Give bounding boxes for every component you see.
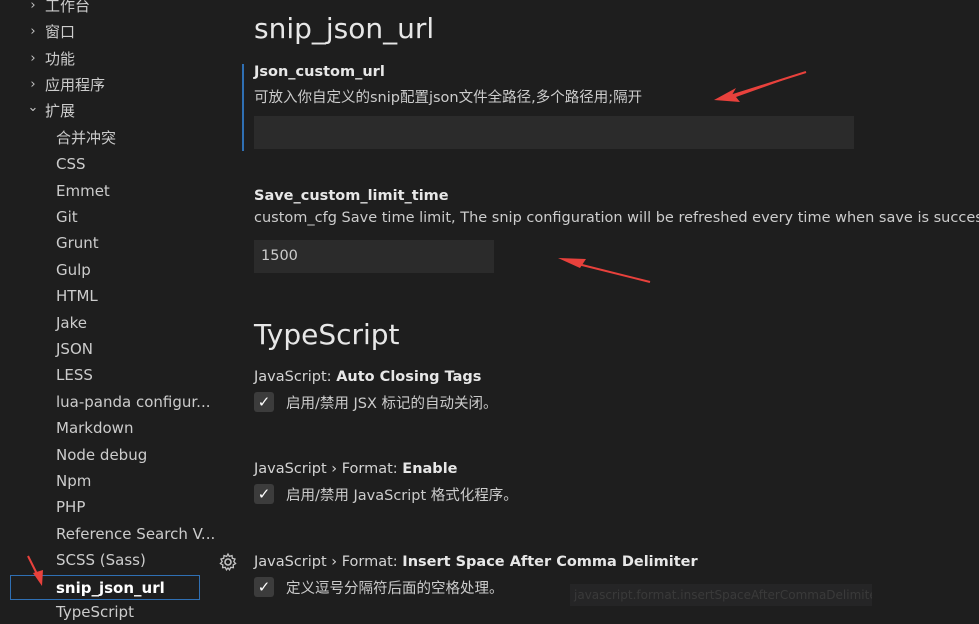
setting-category: JavaScript › Format: xyxy=(254,461,403,477)
tree-item-label: TypeScript xyxy=(56,603,134,621)
setting-save-custom-limit-time: Save_custom_limit_time custom_cfg Save t… xyxy=(254,188,979,226)
setting-title: JavaScript › Format: Insert Space After … xyxy=(254,554,698,570)
setting-json-custom-url: Json_custom_url 可放入你自定义的snip配置json文件全路径,… xyxy=(254,64,642,107)
tree-item-label: Grunt xyxy=(56,234,99,252)
chevron-right-icon: › xyxy=(30,24,36,39)
section-title: snip_json_url xyxy=(254,12,435,45)
setting-auto-closing-tags: JavaScript: Auto Closing Tags xyxy=(254,369,481,385)
json-custom-url-input[interactable] xyxy=(254,116,854,149)
tree-item-label: Gulp xyxy=(56,261,91,279)
tree-item-label: HTML xyxy=(56,287,98,305)
setting-description: custom_cfg Save time limit, The snip con… xyxy=(254,210,979,226)
tree-item-label: JSON xyxy=(56,340,93,358)
chevron-right-icon: › xyxy=(30,0,36,13)
chevron-down-icon: ⌄ xyxy=(27,100,39,115)
chevron-right-icon: › xyxy=(30,77,36,92)
chevron-right-icon: › xyxy=(30,51,36,66)
tree-item-label: 工作台 xyxy=(45,0,91,15)
tree-item-label: SCSS (Sass) xyxy=(56,551,146,569)
setting-name: Insert Space After Comma Delimiter xyxy=(402,554,698,570)
setting-name: Auto Closing Tags xyxy=(336,369,482,385)
checkbox-label: 启用/禁用 JSX 标记的自动关闭。 xyxy=(286,396,498,412)
settings-tree: › 工作台 › 窗口 › 功能 › 应用程序 ⌄ 扩展 合并冲突 CSS Emm… xyxy=(0,0,216,621)
setting-description: 可放入你自定义的snip配置json文件全路径,多个路径用;隔开 xyxy=(254,90,643,106)
tree-item-label: PHP xyxy=(56,498,86,516)
typescript-section-title: TypeScript xyxy=(254,318,400,351)
check-icon: ✓ xyxy=(257,485,271,503)
setting-format-enable: JavaScript › Format: Enable xyxy=(254,461,458,477)
tree-item-label: 合并冲突 xyxy=(56,129,117,147)
tree-item-snip-json-url[interactable]: snip_json_url xyxy=(10,575,200,600)
tree-item-label: LESS xyxy=(56,366,93,384)
auto-closing-tags-checkbox[interactable]: ✓ xyxy=(254,392,274,412)
setting-title: JavaScript › Format: Enable xyxy=(254,461,458,477)
tree-item-label: Npm xyxy=(56,472,92,490)
setting-title: Json_custom_url xyxy=(254,64,385,80)
tree-item-label: snip_json_url xyxy=(56,579,165,597)
tree-item-label: Emmet xyxy=(56,182,110,200)
tree-item-label: Node debug xyxy=(56,446,148,464)
setting-category: JavaScript › Format: xyxy=(254,554,403,570)
gear-icon[interactable] xyxy=(218,552,238,572)
tree-item-label: 功能 xyxy=(45,50,76,68)
tree-item-label: CSS xyxy=(56,155,86,173)
format-enable-checkbox[interactable]: ✓ xyxy=(254,484,274,504)
tree-item-label: Git xyxy=(56,208,78,226)
check-icon: ✓ xyxy=(257,393,271,411)
save-custom-limit-time-input[interactable]: 1500 xyxy=(254,240,494,273)
tree-item-label: 扩展 xyxy=(45,102,76,120)
tree-item-label: Markdown xyxy=(56,419,134,437)
check-icon: ✓ xyxy=(257,578,271,596)
settings-editor: snip_json_url Json_custom_url 可放入你自定义的sn… xyxy=(240,0,979,612)
setting-category: JavaScript: xyxy=(254,369,337,385)
insert-space-after-comma-checkbox[interactable]: ✓ xyxy=(254,577,274,597)
tree-item-label: 应用程序 xyxy=(45,76,106,94)
checkbox-label: 启用/禁用 JavaScript 格式化程序。 xyxy=(286,488,518,504)
checkbox-label: 定义逗号分隔符后面的空格处理。 xyxy=(286,581,504,597)
tree-item-label: Reference Search V... xyxy=(56,525,216,543)
setting-insert-space-after-comma: JavaScript › Format: Insert Space After … xyxy=(254,554,698,570)
setting-name: Enable xyxy=(402,461,458,477)
tree-item-label: Jake xyxy=(56,314,87,332)
tree-item-label: 窗口 xyxy=(45,23,76,41)
setting-id-tooltip: javascript.format.insertSpaceAfterCommaD… xyxy=(570,584,872,606)
setting-title: Save_custom_limit_time xyxy=(254,188,449,204)
setting-title: JavaScript: Auto Closing Tags xyxy=(254,369,481,385)
tree-item-label: lua-panda configur... xyxy=(56,393,211,411)
